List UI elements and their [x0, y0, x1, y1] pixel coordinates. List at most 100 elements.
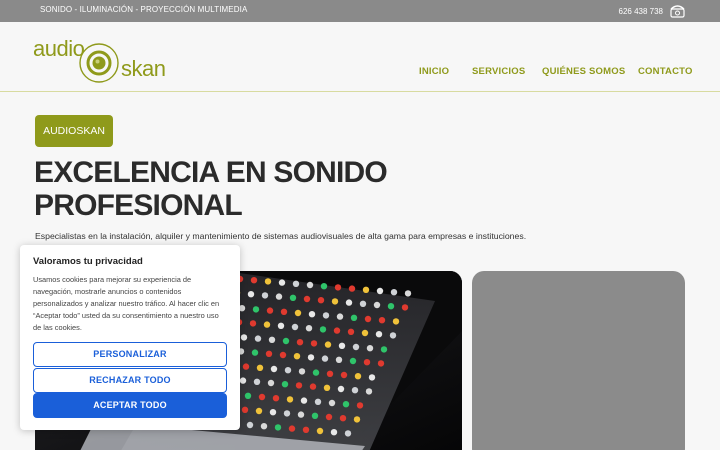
logo-word-skan: skan	[121, 56, 166, 81]
console-knob	[297, 411, 305, 418]
console-knob	[255, 407, 263, 415]
console-knob	[356, 402, 364, 409]
console-knob	[378, 317, 386, 324]
nav-inicio[interactable]: INICIO	[419, 66, 449, 77]
console-knob	[256, 364, 264, 371]
console-knob	[337, 385, 345, 393]
console-knob	[392, 318, 400, 325]
console-knob	[324, 341, 332, 348]
console-knob	[293, 353, 301, 360]
console-knob	[320, 283, 328, 290]
cookie-body: Usamos cookies para mejorar su experienc…	[33, 275, 220, 332]
console-knob	[249, 320, 257, 327]
console-knob	[352, 343, 360, 351]
console-knob	[366, 345, 374, 352]
console-knob	[274, 424, 282, 431]
console-knob	[361, 329, 369, 337]
console-knob	[269, 409, 277, 416]
console-knob	[292, 280, 300, 287]
console-knob	[316, 427, 324, 435]
console-knob	[286, 396, 294, 403]
console-knob	[270, 365, 278, 373]
console-knob	[340, 371, 348, 379]
console-knob	[282, 337, 290, 345]
console-knob	[359, 300, 367, 307]
console-knob	[325, 413, 333, 421]
console-knob	[353, 416, 361, 423]
console-knob	[242, 363, 250, 370]
nav-servicios[interactable]: SERVICIOS	[472, 66, 525, 77]
console-knob	[334, 284, 342, 291]
console-knob	[377, 360, 385, 367]
console-knob	[310, 340, 318, 347]
audioskan-logo[interactable]: audio skan	[33, 32, 166, 87]
console-knob	[254, 335, 262, 342]
console-knob	[253, 378, 261, 385]
console-knob	[330, 429, 338, 436]
console-knob	[306, 281, 314, 289]
console-knob	[278, 279, 286, 286]
console-knob	[296, 339, 304, 346]
console-knob	[351, 387, 359, 394]
console-knob	[261, 292, 269, 299]
cookie-title: Valoramos tu privacidad	[33, 256, 143, 267]
console-knob	[389, 332, 397, 339]
top-bar: SONIDO - ILUMINACIÓN - PROYECCIÓN MULTIM…	[0, 0, 720, 22]
console-knob	[241, 406, 249, 413]
phone-icon[interactable]	[670, 4, 685, 18]
console-knob	[321, 355, 329, 362]
cookie-consent-dialog: Valoramos tu privacidad Usamos cookies p…	[20, 245, 240, 430]
console-knob	[401, 304, 409, 311]
console-knob	[267, 379, 275, 387]
console-knob	[336, 313, 344, 320]
console-knob	[376, 287, 384, 295]
phone-number[interactable]: 626 438 738	[619, 7, 664, 16]
console-knob	[387, 303, 395, 310]
console-knob	[328, 399, 336, 407]
console-knob	[365, 388, 373, 395]
console-knob	[284, 367, 292, 374]
console-knob	[390, 289, 398, 296]
console-knob	[250, 277, 258, 284]
console-knob	[339, 415, 347, 422]
site-header: audio skan INICIO SERVICIOS QUIÉNES SOMO…	[0, 22, 720, 92]
hero-title-line1: EXCELENCIA EN SONIDO	[34, 156, 388, 189]
console-knob	[280, 308, 288, 315]
gray-image-placeholder	[472, 271, 685, 450]
nav-quienes-somos[interactable]: QUIÉNES SOMOS	[542, 66, 625, 77]
console-knob	[265, 350, 273, 357]
console-knob	[354, 373, 362, 380]
console-knob	[263, 321, 271, 328]
console-knob	[338, 342, 346, 349]
console-knob	[281, 381, 289, 388]
accept-all-button[interactable]: ACEPTAR TODO	[33, 393, 227, 418]
console-knob	[288, 425, 296, 432]
console-knob	[247, 291, 255, 298]
console-knob	[322, 312, 330, 319]
console-knob	[244, 392, 252, 399]
console-knob	[350, 314, 358, 321]
console-knob	[380, 346, 388, 353]
console-knob	[264, 278, 272, 285]
console-knob	[272, 395, 280, 402]
console-knob	[275, 293, 283, 300]
console-knob	[364, 315, 372, 323]
console-knob	[348, 285, 356, 292]
console-knob	[289, 294, 297, 301]
customize-button[interactable]: PERSONALIZAR	[33, 342, 227, 367]
console-knob	[295, 382, 303, 389]
hero-badge: AUDIOSKAN	[35, 115, 113, 147]
console-knob	[404, 290, 412, 297]
console-knob	[331, 298, 339, 305]
console-knob	[277, 322, 285, 329]
console-knob	[279, 351, 287, 359]
console-knob	[291, 323, 299, 331]
console-knob	[368, 374, 376, 381]
console-knob	[362, 286, 370, 293]
console-knob	[239, 377, 247, 384]
nav-contacto[interactable]: CONTACTO	[638, 66, 693, 77]
console-knob	[251, 349, 259, 356]
hero-title: EXCELENCIA EN SONIDO PROFESIONAL	[34, 156, 534, 222]
hero-subtitle: Especialistas en la instalación, alquile…	[35, 231, 527, 241]
reject-all-button[interactable]: RECHAZAR TODO	[33, 368, 227, 393]
